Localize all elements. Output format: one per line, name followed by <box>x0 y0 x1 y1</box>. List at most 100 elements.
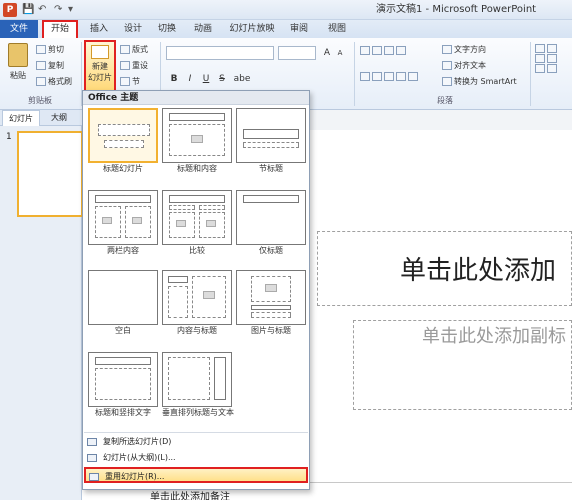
align-left-icon[interactable] <box>360 72 370 81</box>
rounded-rect-shape-icon <box>535 54 545 63</box>
duplicate-slide-icon <box>87 437 97 446</box>
shrink-font-button[interactable]: A <box>334 46 346 60</box>
title-placeholder-text: 单击此处添加 <box>400 256 557 286</box>
strikethrough-button[interactable]: S <box>216 72 228 86</box>
clipboard-group-label: 剪贴板 <box>28 96 52 105</box>
bullets-icon[interactable] <box>360 46 370 55</box>
layout-blank[interactable] <box>88 270 158 325</box>
tab-design[interactable]: 设计 <box>118 20 148 38</box>
slide-canvas[interactable] <box>300 130 572 482</box>
new-slide-button[interactable]: 新建 幻灯片 <box>84 40 116 92</box>
cut-button[interactable]: 剪切 <box>36 44 64 55</box>
alignment-row <box>360 72 450 84</box>
tab-transitions[interactable]: 切换 <box>152 20 182 38</box>
convert-smartart-button[interactable]: 转换为 SmartArt <box>442 76 517 87</box>
shadow-button[interactable]: abe <box>232 72 252 86</box>
reset-icon <box>120 61 130 70</box>
tab-animations[interactable]: 动画 <box>188 20 218 38</box>
slide-thumbnail[interactable] <box>17 131 83 217</box>
layout-label: 节标题 <box>259 164 283 173</box>
numbering-icon[interactable] <box>372 46 382 55</box>
clipboard-icon <box>8 43 28 67</box>
rectangle-shape-icon <box>535 44 545 53</box>
new-slide-label-line2: 幻灯片 <box>88 73 112 82</box>
paste-button[interactable]: 粘贴 <box>5 43 31 93</box>
layout-button[interactable]: 版式 <box>120 44 148 55</box>
outline-icon <box>87 453 97 462</box>
increase-indent-icon[interactable] <box>396 46 406 55</box>
slide-number: 1 <box>6 132 12 142</box>
tab-home[interactable]: 开始 <box>42 20 78 38</box>
window-title: 演示文稿1 - Microsoft PowerPoint <box>376 4 537 15</box>
tab-outline-pane[interactable]: 大纲 <box>44 110 74 126</box>
customize-toolbar-icon[interactable]: ▾ <box>68 3 73 17</box>
copy-icon <box>36 61 46 70</box>
grow-font-button[interactable]: A <box>320 46 334 60</box>
italic-button[interactable]: I <box>184 72 196 86</box>
font-name-combo[interactable] <box>166 46 274 60</box>
arrow-shape-icon <box>535 64 545 73</box>
layout-title-vertical-text[interactable] <box>88 352 158 407</box>
justify-icon[interactable] <box>396 72 406 81</box>
layout-two-content[interactable] <box>88 190 158 245</box>
align-center-icon[interactable] <box>372 72 382 81</box>
layout-comparison[interactable] <box>162 190 232 245</box>
group-separator <box>354 42 355 106</box>
section-icon <box>120 77 130 86</box>
reset-button[interactable]: 重设 <box>120 60 148 71</box>
section-button[interactable]: 节 <box>120 76 140 87</box>
menu-duplicate-slides[interactable]: 复制所选幻灯片(D) <box>84 434 308 450</box>
smartart-icon <box>442 77 452 86</box>
brush-icon <box>36 77 46 86</box>
ribbon-tab-strip: 文件 开始 插入 设计 切换 动画 幻灯片放映 审阅 视图 <box>0 20 572 38</box>
align-right-icon[interactable] <box>384 72 394 81</box>
columns-icon[interactable] <box>408 72 418 81</box>
layout-icon <box>120 45 130 54</box>
menu-slides-from-outline[interactable]: 幻灯片(从大纲)(L)... <box>84 450 308 466</box>
layout-label: 仅标题 <box>259 246 283 255</box>
format-painter-button[interactable]: 格式刷 <box>36 76 72 87</box>
reuse-slides-icon <box>89 472 99 481</box>
save-icon[interactable]: 💾 <box>22 3 34 17</box>
scissors-icon <box>36 45 46 54</box>
font-size-combo[interactable] <box>278 46 316 60</box>
layout-section-header[interactable] <box>236 108 306 163</box>
layout-title-only[interactable] <box>236 190 306 245</box>
tab-insert[interactable]: 插入 <box>84 20 114 38</box>
paragraph-group-label: 段落 <box>437 96 453 105</box>
layout-title-content[interactable] <box>162 108 232 163</box>
layout-content-with-caption[interactable] <box>162 270 232 325</box>
align-text-button[interactable]: 对齐文本 <box>442 60 486 71</box>
layout-label: 垂直排列标题与文本 <box>162 408 234 417</box>
powerpoint-app-icon[interactable]: P <box>3 3 17 17</box>
tab-review[interactable]: 审阅 <box>284 20 314 38</box>
tab-slideshow[interactable]: 幻灯片放映 <box>226 20 278 38</box>
star-shape-icon <box>547 64 557 73</box>
tab-view[interactable]: 视图 <box>322 20 352 38</box>
gallery-title: Office 主题 <box>88 93 139 103</box>
layout-label: 图片与标题 <box>251 326 291 335</box>
menu-reuse-slides[interactable]: 重用幻灯片(R)... <box>84 467 308 483</box>
underline-button[interactable]: U <box>200 72 212 86</box>
textbox-shape-icon <box>547 44 557 53</box>
layout-picture-with-caption[interactable] <box>236 270 306 325</box>
redo-icon[interactable]: ↷ <box>54 3 62 17</box>
tab-file[interactable]: 文件 <box>0 20 38 38</box>
layout-title-slide[interactable] <box>88 108 158 163</box>
text-direction-icon <box>442 45 452 54</box>
decrease-indent-icon[interactable] <box>384 46 394 55</box>
align-text-icon <box>442 61 452 70</box>
bullets-row <box>360 46 440 58</box>
layout-vertical-title-text[interactable] <box>162 352 232 407</box>
paste-label: 粘贴 <box>10 71 26 80</box>
group-separator <box>530 42 531 106</box>
tab-slides-pane[interactable]: 幻灯片 <box>2 110 40 126</box>
subtitle-placeholder-text: 单击此处添加副标 <box>422 326 566 347</box>
oval-shape-icon <box>547 54 557 63</box>
text-direction-button[interactable]: 文字方向 <box>442 44 486 55</box>
menu-separator <box>84 432 308 433</box>
shapes-gallery[interactable] <box>535 44 571 92</box>
bold-button[interactable]: B <box>168 72 180 86</box>
undo-icon[interactable]: ↶ <box>38 3 46 17</box>
copy-button[interactable]: 复制 <box>36 60 64 71</box>
